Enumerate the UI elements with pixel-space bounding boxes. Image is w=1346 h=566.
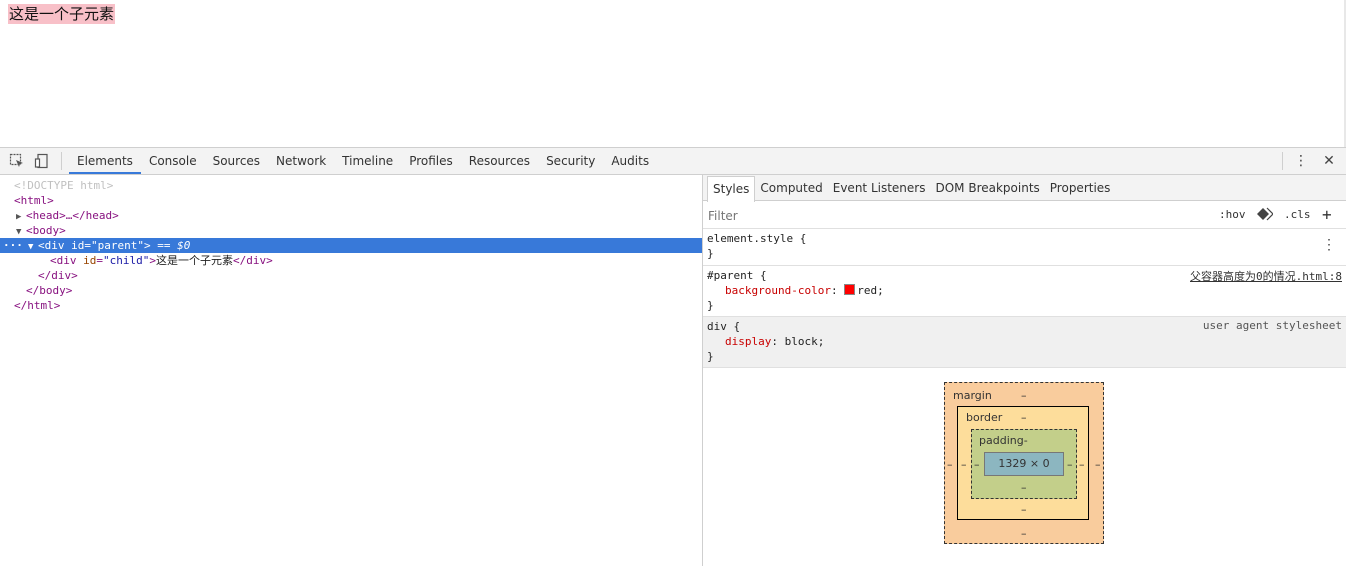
rule-div-ua: div { user agent stylesheet display: blo… — [703, 317, 1346, 368]
div-child-text: 这是一个子元素 — [155, 254, 233, 267]
margin-right-value[interactable]: – — [1095, 458, 1101, 471]
html-open-tag: <html> — [14, 194, 54, 207]
tab-resources[interactable]: Resources — [461, 148, 538, 174]
div-child-attr: id — [83, 254, 97, 267]
border-bottom-value[interactable]: – — [1021, 503, 1027, 516]
tab-security[interactable]: Security — [538, 148, 603, 174]
parent-selector[interactable]: #parent { — [707, 268, 767, 283]
dom-html-open[interactable]: <html> — [0, 193, 702, 208]
div-child-close-tag: </div> — [232, 254, 273, 267]
parent-value: red; — [857, 284, 884, 297]
padding-right-value[interactable]: – — [1067, 458, 1073, 471]
elements-tree: <!DOCTYPE html> <html> ▶ <head>…</head> ▼… — [0, 175, 702, 566]
device-mode-icon[interactable] — [34, 153, 50, 169]
tab-console[interactable]: Console — [141, 148, 205, 174]
tab-sources[interactable]: Sources — [205, 148, 268, 174]
doctype-text: <!DOCTYPE html> — [14, 179, 114, 192]
tab-event-listeners[interactable]: Event Listeners — [828, 175, 931, 201]
parent-declaration[interactable]: background-color: red; — [725, 283, 884, 298]
box-model-diagram: margin – – – – border – – – – padding- –… — [944, 382, 1104, 544]
toolbar-separator-right — [1282, 152, 1283, 170]
body-close-tag: </body> — [26, 284, 73, 297]
dom-body-close[interactable]: </body> — [0, 283, 702, 298]
dom-html-close[interactable]: </html> — [0, 298, 702, 313]
margin-label: margin — [953, 389, 992, 402]
new-rule-plus-icon[interactable]: + — [1322, 205, 1332, 224]
tab-elements[interactable]: Elements — [69, 148, 141, 174]
child-element[interactable]: 这是一个子元素 — [8, 4, 116, 24]
hov-button[interactable]: :hov — [1219, 208, 1246, 221]
div-prop: display — [725, 335, 772, 348]
div-child-value: "child" — [103, 254, 150, 267]
margin-left-value[interactable]: – — [947, 458, 953, 471]
parent-prop: background-color — [725, 284, 831, 297]
cls-button[interactable]: .cls — [1284, 208, 1311, 221]
color-format-icon[interactable] — [1257, 207, 1274, 224]
box-model-content[interactable]: 1329 × 0 — [984, 452, 1064, 476]
border-label: border — [966, 411, 1003, 424]
tab-audits[interactable]: Audits — [603, 148, 657, 174]
parent-source-link[interactable]: 父容器高度为0的情况.html:8 — [1190, 268, 1342, 284]
toolbar-separator — [61, 152, 62, 170]
box-model-padding[interactable]: padding- – – – 1329 × 0 — [971, 429, 1077, 499]
tab-properties[interactable]: Properties — [1045, 175, 1116, 201]
selected-marker: == $0 — [157, 239, 191, 252]
devtools-panel: Elements Console Sources Network Timelin… — [0, 147, 1346, 566]
div-parent-tag: div — [44, 239, 65, 252]
element-style-close: } — [707, 247, 714, 260]
color-swatch-icon[interactable] — [844, 284, 856, 295]
border-top-value[interactable]: – — [1021, 411, 1027, 424]
div-selector: div { — [707, 320, 741, 333]
dom-div-child[interactable]: <div id="child">这是一个子元素</div> — [0, 253, 702, 268]
page-viewport: 这是一个子元素 — [0, 0, 1346, 147]
margin-bottom-value[interactable]: – — [1021, 527, 1027, 540]
close-icon[interactable]: ✕ — [1321, 152, 1337, 170]
devtools-tabs: Elements Console Sources Network Timelin… — [69, 148, 657, 174]
ua-source: user agent stylesheet — [1202, 319, 1342, 332]
html-close-tag: </html> — [14, 299, 61, 312]
tab-styles[interactable]: Styles — [707, 176, 756, 202]
box-model-border[interactable]: border – – – – padding- – – – 1329 × 0 — [957, 406, 1089, 520]
dom-div-close[interactable]: </div> — [0, 268, 702, 283]
styles-sidebar: Styles Computed Event Listeners DOM Brea… — [703, 175, 1346, 566]
more-dots-icon[interactable]: ··· — [3, 238, 23, 253]
box-model-margin[interactable]: margin – – – – border – – – – padding- –… — [944, 382, 1104, 544]
div-parent-value: "parent" — [91, 239, 144, 252]
styles-filter-input[interactable] — [706, 206, 1190, 226]
div-declaration: display: block; — [725, 335, 825, 348]
rule-element-style: element.style { } ⋮ — [703, 229, 1346, 266]
element-style-selector[interactable]: element.style { — [707, 231, 806, 246]
div-close-tag: </div> — [38, 269, 78, 282]
inspect-icon[interactable] — [9, 153, 25, 169]
parent-close: } — [707, 299, 714, 312]
div-value: block; — [784, 335, 825, 348]
rule-more-icon[interactable]: ⋮ — [1322, 237, 1336, 253]
padding-label: padding- — [979, 434, 1028, 447]
tab-network[interactable]: Network — [268, 148, 334, 174]
dom-div-parent[interactable]: ··· ▼ <div id="parent"> == $0 — [0, 238, 702, 253]
dom-doctype[interactable]: <!DOCTYPE html> — [0, 178, 702, 193]
head-tag: <head>…</head> — [26, 209, 119, 222]
dom-head[interactable]: ▶ <head>…</head> — [0, 208, 702, 223]
tab-computed[interactable]: Computed — [755, 175, 827, 201]
sidebar-tabs: Styles Computed Event Listeners DOM Brea… — [703, 175, 1346, 202]
div-close: } — [707, 350, 714, 363]
div-child-tag: div — [56, 254, 77, 267]
filter-bar: :hov .cls + — [703, 202, 1346, 229]
body-open-tag: <body> — [26, 224, 66, 237]
border-left-value[interactable]: – — [961, 458, 967, 471]
tab-profiles[interactable]: Profiles — [401, 148, 461, 174]
border-right-value[interactable]: – — [1079, 458, 1085, 471]
dom-body-open[interactable]: ▼ <body> — [0, 223, 702, 238]
div-parent-attr: id — [71, 239, 85, 252]
tab-dom-breakpoints[interactable]: DOM Breakpoints — [930, 175, 1044, 201]
padding-left-value[interactable]: – — [974, 458, 980, 471]
margin-top-value[interactable]: – — [1021, 389, 1027, 402]
padding-bottom-value[interactable]: – — [1021, 481, 1027, 494]
rule-parent: #parent { 父容器高度为0的情况.html:8 background-c… — [703, 266, 1346, 317]
devtools-toolbar: Elements Console Sources Network Timelin… — [0, 148, 1346, 175]
tab-timeline[interactable]: Timeline — [334, 148, 401, 174]
more-vertical-icon[interactable]: ⋮ — [1293, 152, 1309, 170]
